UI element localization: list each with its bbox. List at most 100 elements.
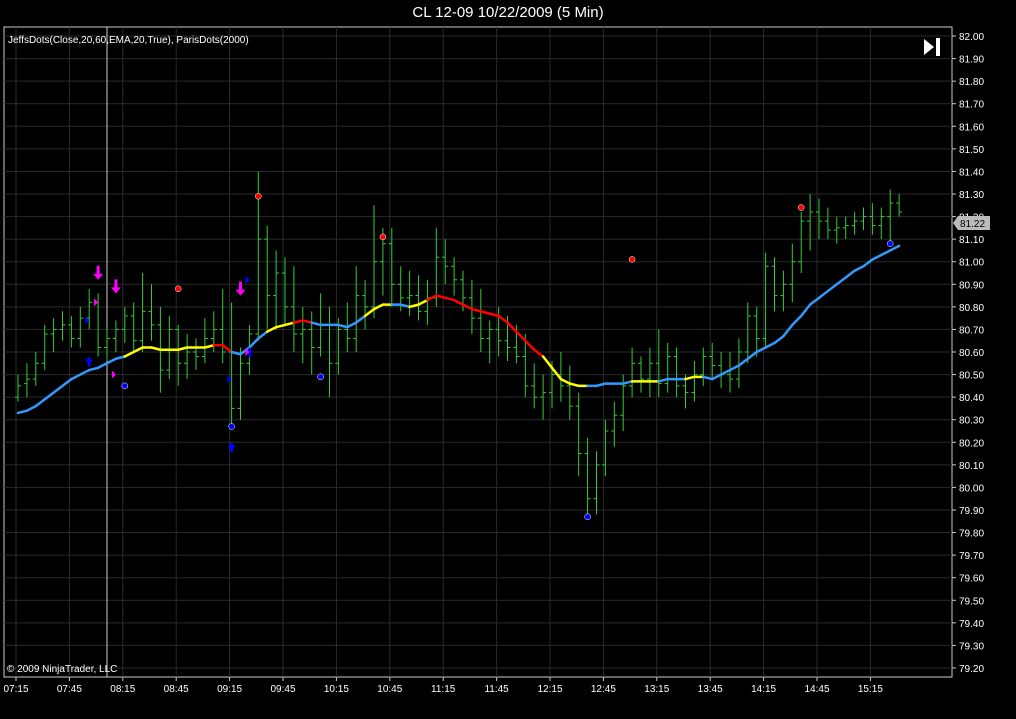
ema-segment [16, 409, 29, 415]
x-tick-label: 12:15 [537, 684, 562, 695]
x-tick-label: 09:45 [270, 684, 295, 695]
ohlc-bar [789, 243, 796, 303]
ema-segment [70, 373, 82, 381]
ohlc-bar [673, 347, 680, 398]
ohlc-bar [824, 207, 831, 240]
high-dot [174, 285, 182, 293]
skip-to-end-icon[interactable] [924, 38, 940, 56]
ema-segment [737, 357, 750, 367]
down-arrow [93, 265, 104, 280]
time-axis: 07:15 07:45 08:15 08:45 09:15 09:45 10:15 10:45… [3, 677, 883, 695]
ohlc-bar [700, 347, 707, 386]
x-tick-label: 11:15 [431, 684, 456, 695]
ema-segment [719, 368, 732, 376]
ema-segment [684, 375, 696, 381]
triangle-marker [111, 370, 116, 379]
y-tick-label: 79.20 [959, 664, 984, 675]
ohlc-bar [531, 363, 538, 409]
ohlc-bar [353, 266, 360, 352]
ohlc-bar [77, 306, 84, 348]
x-tick-label: 07:15 [3, 684, 28, 695]
ema-segment [43, 391, 55, 401]
x-tick-label: 11:45 [484, 684, 509, 695]
y-tick-label: 81.10 [959, 235, 984, 246]
ohlc-bar [593, 451, 600, 515]
ema-segment [799, 303, 812, 318]
ohlc-bar [575, 392, 582, 477]
ema-segment [274, 323, 287, 329]
y-tick-label: 79.50 [959, 596, 984, 607]
ema-segment [114, 355, 127, 361]
ema-segment [595, 382, 607, 388]
last-price-label: 81.22 [960, 219, 985, 230]
ema-segment [817, 289, 830, 300]
ohlc-bar [290, 266, 297, 352]
x-tick-label: 10:15 [324, 684, 349, 695]
triangle-marker [245, 275, 250, 284]
ema-segment [515, 330, 527, 342]
low-dot [584, 513, 591, 521]
ohlc-bar [691, 361, 698, 402]
y-tick-label: 81.30 [959, 190, 984, 201]
ohlc-bar [237, 347, 244, 420]
ema-segment [844, 269, 856, 279]
x-tick-label: 15:15 [858, 684, 883, 695]
ohlc-bar [104, 329, 110, 362]
ema-segment [470, 307, 483, 313]
ema-segment [443, 296, 456, 302]
ema-segment [132, 346, 144, 354]
high-dot [379, 233, 387, 241]
ohlc-bar [718, 352, 725, 389]
ohlc-bar [896, 194, 903, 217]
y-tick-label: 81.50 [959, 145, 984, 156]
ohlc-bar [148, 284, 155, 341]
ema-segment [755, 346, 767, 354]
ema-segment [702, 375, 714, 381]
up-arrow [85, 356, 94, 367]
y-tick-label: 80.00 [959, 483, 984, 494]
ohlc-bar [41, 324, 48, 371]
ohlc-bar [860, 207, 867, 231]
y-tick-label: 79.80 [959, 529, 984, 540]
price-axis: 82.00 81.90 81.80 81.70 81.60 81.50 81.40 81.30… [952, 32, 984, 675]
ohlc-bar [299, 306, 306, 364]
ema-segment [568, 382, 580, 388]
ohlc-bar [780, 270, 787, 312]
ema-segment [506, 321, 518, 333]
ema-segment [559, 377, 572, 385]
ema-segment [176, 346, 189, 351]
ohlc-bar [112, 320, 119, 352]
ema-segment [248, 337, 260, 349]
y-tick-label: 79.30 [959, 641, 984, 652]
ema-segment [283, 321, 296, 327]
ohlc-bar [851, 212, 858, 235]
ohlc-bar [415, 275, 422, 321]
ohlc-bar [166, 315, 173, 380]
high-dot [628, 256, 636, 263]
ohlc-bar [184, 333, 191, 380]
x-tick-label: 13:45 [698, 684, 723, 695]
y-tick-label: 80.40 [959, 393, 984, 404]
high-dot [255, 193, 262, 200]
ohlc-bar [406, 270, 413, 316]
ema-segment [96, 362, 109, 370]
ohlc-bar [273, 250, 280, 330]
ema-segment [150, 346, 162, 351]
y-tick-label: 80.80 [959, 303, 984, 314]
ema-segment [871, 253, 883, 261]
ema-segment [541, 355, 554, 370]
horizontal-grid [4, 35, 952, 669]
ema-segment [34, 398, 46, 408]
x-tick-label: 13:15 [644, 684, 669, 695]
y-tick-label: 80.60 [959, 348, 984, 359]
ohlc-bar [486, 320, 493, 364]
low-dot [317, 373, 324, 381]
ema-segment [435, 294, 447, 300]
ema-segment [87, 366, 100, 372]
price-chart[interactable]: 82.00 81.90 81.80 81.70 81.60 81.50 81.40 81.30… [0, 0, 1016, 719]
ema-segment [301, 319, 313, 324]
ema-segment [417, 298, 429, 306]
ema-segment [488, 312, 500, 318]
ema-segment [773, 334, 785, 345]
down-arrow [110, 279, 121, 294]
